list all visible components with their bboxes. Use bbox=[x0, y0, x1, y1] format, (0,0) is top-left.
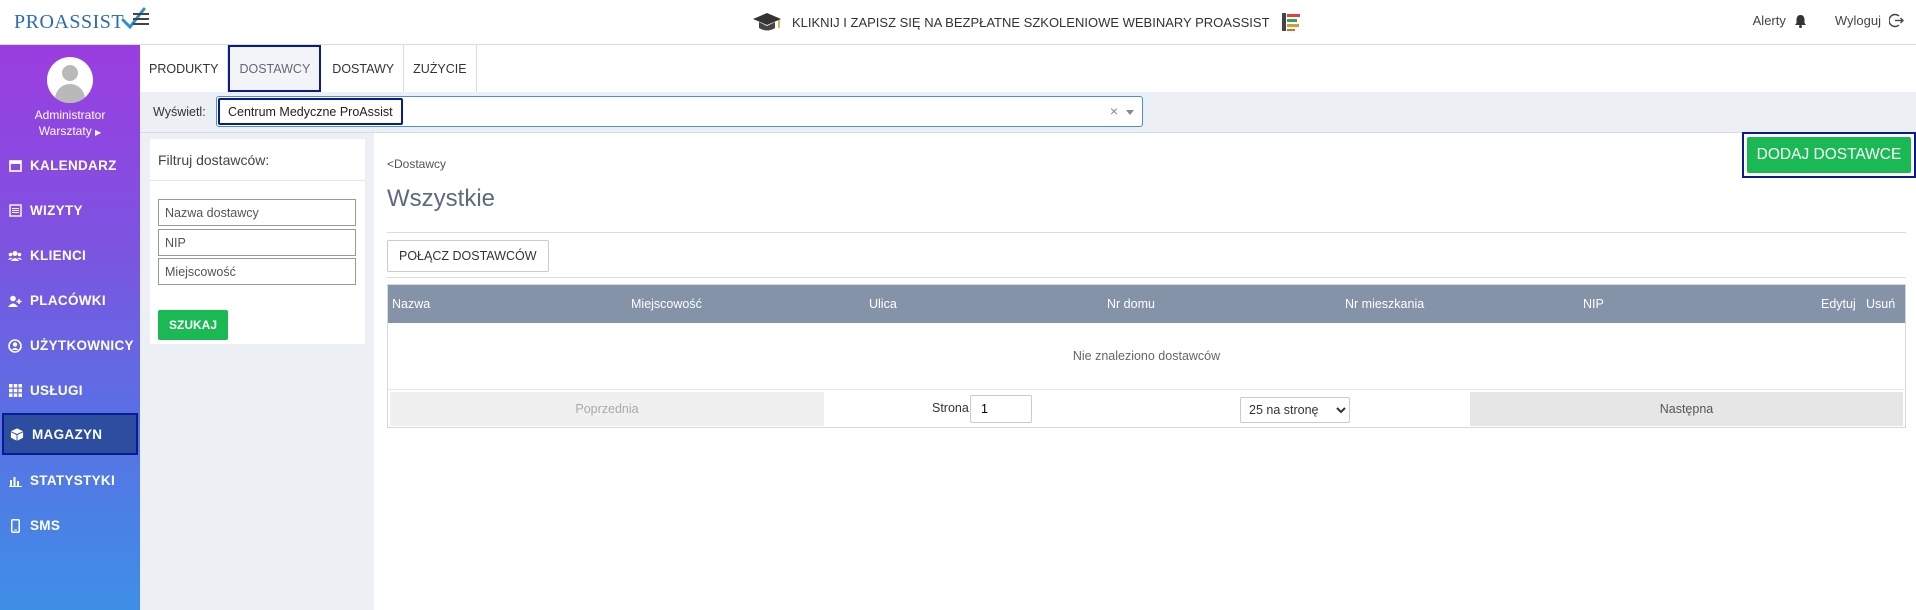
colorful-chart-icon bbox=[1281, 13, 1300, 31]
bar-chart-icon bbox=[8, 474, 22, 488]
chevron-down-icon[interactable] bbox=[1126, 110, 1134, 115]
graduation-cap-icon bbox=[753, 13, 781, 31]
pagination: Poprzednia Strona 25 na stronę Następna bbox=[388, 389, 1905, 427]
list-icon bbox=[8, 204, 22, 218]
tab-produkty[interactable]: PRODUKTY bbox=[140, 45, 229, 92]
sidebar-item-kalendarz[interactable]: KALENDARZ bbox=[0, 143, 140, 188]
webinar-banner[interactable]: KLIKNIJ I ZAPISZ SIĘ NA BEZPŁATNE SZKOLE… bbox=[752, 10, 1302, 34]
logout-button[interactable]: Wyloguj bbox=[1835, 13, 1904, 28]
column-header-ulica[interactable]: Ulica bbox=[865, 297, 1103, 311]
search-button[interactable]: SZUKAJ bbox=[158, 310, 228, 340]
suppliers-panel: <Dostawcy Wszystkie DODAJ DOSTAWCE POŁĄC… bbox=[374, 132, 1916, 610]
page-title: Wszystkie bbox=[387, 185, 495, 212]
page-controls: Strona 25 na stronę bbox=[824, 392, 1470, 426]
sidebar-item-magazyn[interactable]: MAGAZYN bbox=[2, 413, 138, 455]
logout-icon bbox=[1889, 13, 1904, 28]
sidebar-item-uzytkownicy[interactable]: UŻYTKOWNICY bbox=[0, 323, 140, 368]
merge-suppliers-button[interactable]: POŁĄCZ DOSTAWCÓW bbox=[387, 240, 549, 272]
caret-right-icon: ▶ bbox=[95, 128, 102, 137]
user-circle-icon bbox=[8, 338, 22, 353]
column-header-nr-mieszkania[interactable]: Nr mieszkania bbox=[1341, 297, 1579, 311]
breadcrumb[interactable]: <Dostawcy bbox=[387, 157, 446, 171]
column-header-nazwa[interactable]: Nazwa bbox=[388, 297, 627, 311]
bell-icon bbox=[1794, 14, 1806, 28]
sidebar-item-uslugi[interactable]: USŁUGI bbox=[0, 368, 140, 413]
tab-dostawcy[interactable]: DOSTAWCY bbox=[228, 45, 322, 92]
alerts-label: Alerty bbox=[1752, 13, 1786, 28]
user-name: Administrator bbox=[34, 108, 106, 122]
clinic-select[interactable]: Centrum Medyczne ProAssist × bbox=[216, 96, 1143, 127]
top-bar: PROASSIST KLIKNIJ I ZAPISZ SIĘ NA BEZPŁA… bbox=[0, 0, 1916, 45]
table-header: Nazwa Miejscowość Ulica Nr domu Nr miesz… bbox=[388, 285, 1905, 323]
tab-zuzycie[interactable]: ZUŻYCIE bbox=[404, 45, 477, 92]
sidebar-item-statystyki[interactable]: STATYSTYKI bbox=[0, 458, 140, 503]
empty-message: Nie znaleziono dostawców bbox=[1072, 349, 1221, 363]
filter-title: Filtruj dostawców: bbox=[150, 139, 365, 181]
divider bbox=[387, 232, 1906, 233]
supplier-filter-panel: Filtruj dostawców: SZUKAJ bbox=[150, 139, 365, 344]
page-number-input[interactable] bbox=[970, 394, 1032, 423]
calendar-icon bbox=[8, 159, 22, 173]
previous-page-button[interactable]: Poprzednia bbox=[390, 391, 824, 426]
avatar[interactable] bbox=[47, 57, 93, 103]
clinic-select-value[interactable]: Centrum Medyczne ProAssist bbox=[218, 98, 403, 125]
grid-icon bbox=[8, 384, 22, 398]
sidebar-item-wizyty[interactable]: WIZYTY bbox=[0, 188, 140, 233]
logo[interactable]: PROASSIST bbox=[14, 7, 146, 35]
suppliers-table: Nazwa Miejscowość Ulica Nr domu Nr miesz… bbox=[387, 284, 1906, 428]
column-header-usun: Usuń bbox=[1866, 297, 1896, 311]
column-header-miejscowosc[interactable]: Miejscowość bbox=[627, 297, 865, 311]
city-input[interactable] bbox=[158, 258, 356, 285]
next-page-button[interactable]: Następna bbox=[1470, 391, 1903, 426]
content-area: Filtruj dostawców: SZUKAJ <Dostawcy Wszy… bbox=[140, 132, 1916, 610]
add-supplier-label: DODAJ DOSTAWCE bbox=[1747, 137, 1911, 173]
column-header-nr-domu[interactable]: Nr domu bbox=[1103, 297, 1341, 311]
banner-text[interactable]: KLIKNIJ I ZAPISZ SIĘ NA BEZPŁATNE SZKOLE… bbox=[792, 15, 1270, 30]
top-right-actions: Alerty Wyloguj bbox=[1753, 13, 1904, 28]
logo-text: PROASSIST bbox=[14, 10, 125, 33]
tab-dostawy[interactable]: DOSTAWY bbox=[323, 45, 405, 92]
hamburger-menu-icon[interactable] bbox=[133, 13, 149, 29]
user-add-icon bbox=[8, 294, 22, 308]
alerts-button[interactable]: Alerty bbox=[1753, 13, 1807, 28]
user-profile: Administrator Warsztaty ▶ bbox=[0, 45, 140, 143]
phone-icon bbox=[8, 518, 22, 533]
tab-bar: PRODUKTY DOSTAWCY DOSTAWY ZUŻYCIE bbox=[140, 45, 1916, 92]
column-header-edytuj: Edytuj bbox=[1821, 297, 1856, 311]
supplier-name-input[interactable] bbox=[158, 199, 356, 226]
sidebar-item-klienci[interactable]: KLIENCI bbox=[0, 233, 140, 278]
clear-icon[interactable]: × bbox=[1110, 103, 1118, 119]
page-label: Strona bbox=[932, 400, 969, 415]
sidebar: Administrator Warsztaty ▶ KALENDARZ WIZY… bbox=[0, 45, 140, 610]
add-supplier-button[interactable]: DODAJ DOSTAWCE bbox=[1742, 132, 1916, 178]
rows-per-page-select[interactable]: 25 na stronę bbox=[1240, 396, 1350, 423]
users-icon bbox=[8, 249, 22, 263]
sidebar-item-placowki[interactable]: PLACÓWKI bbox=[0, 278, 140, 323]
logout-label: Wyloguj bbox=[1834, 13, 1881, 28]
workspace-selector[interactable]: Warsztaty ▶ bbox=[0, 124, 140, 138]
nip-input[interactable] bbox=[158, 229, 356, 256]
box-icon bbox=[10, 427, 24, 441]
display-filter-bar: Wyświetl: Centrum Medyczne ProAssist × bbox=[140, 92, 1916, 133]
sidebar-item-sms[interactable]: SMS bbox=[0, 503, 140, 548]
divider bbox=[387, 277, 1906, 278]
column-header-nip[interactable]: NIP bbox=[1579, 297, 1817, 311]
display-label: Wyświetl: bbox=[153, 105, 206, 119]
